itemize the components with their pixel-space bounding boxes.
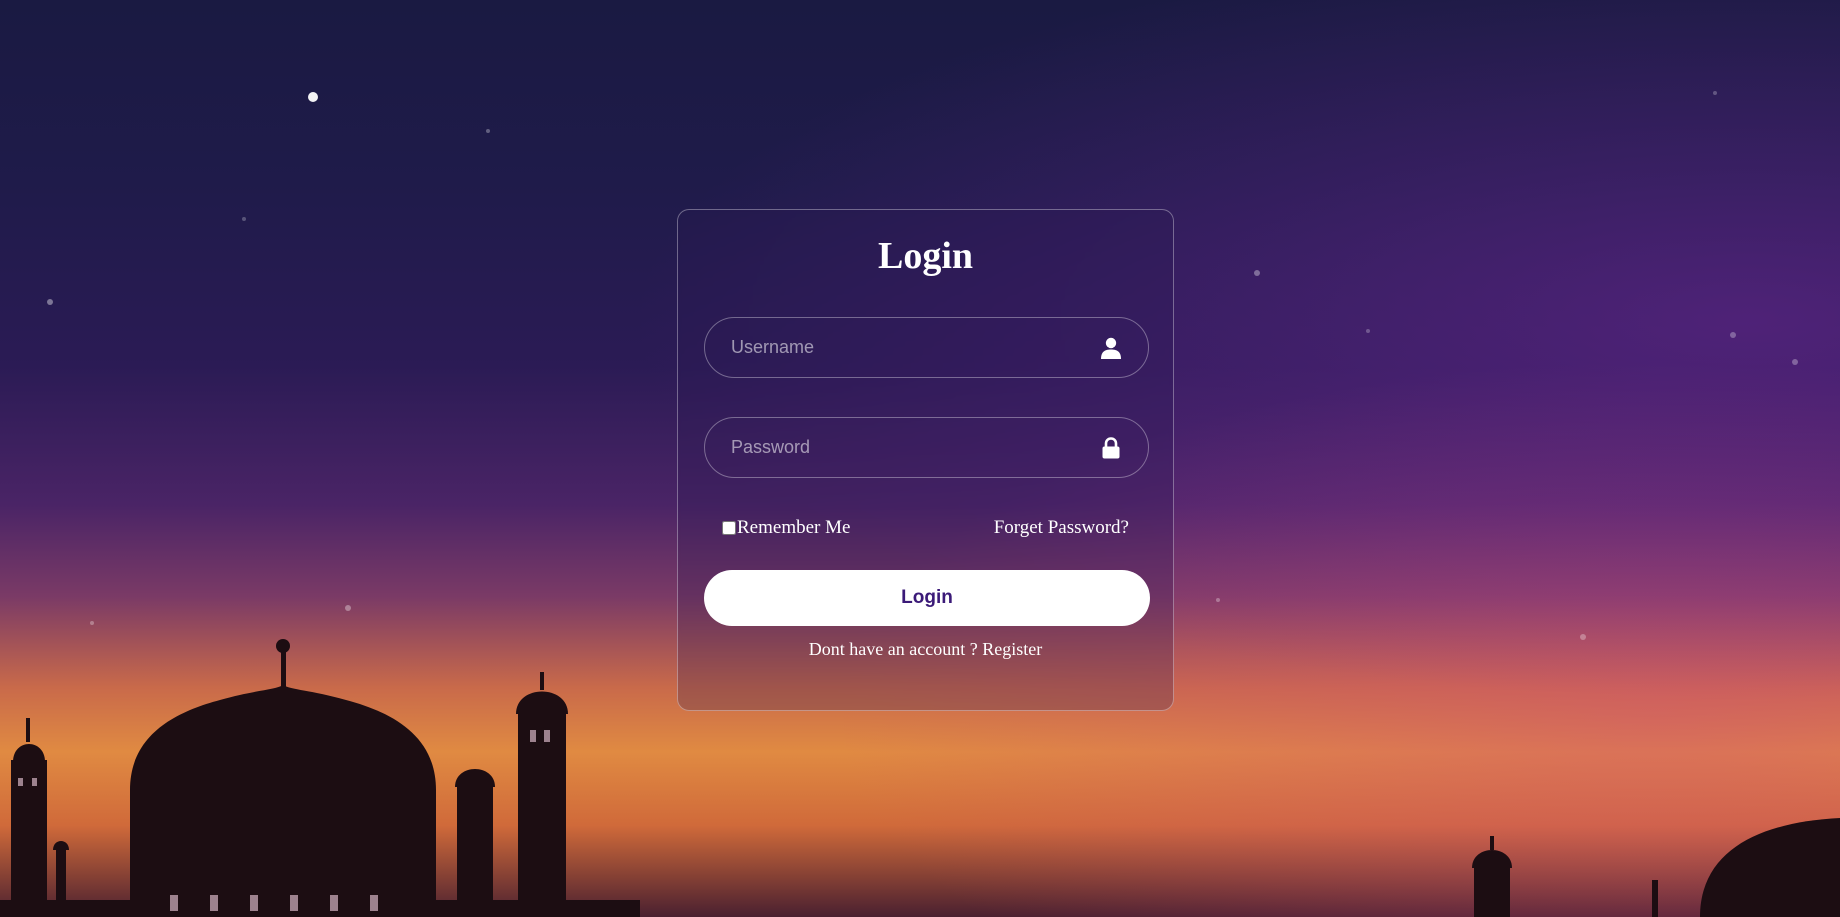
mosque-silhouette-right (1472, 818, 1840, 917)
remember-forgot-row: Remember Me Forget Password? (722, 517, 1129, 541)
forgot-password-link[interactable]: Forget Password? (994, 517, 1129, 539)
crescent-moon (221, 72, 318, 176)
password-input[interactable] (705, 418, 1148, 477)
login-button[interactable]: Login (704, 570, 1150, 626)
login-title: Login (877, 235, 974, 277)
password-field[interactable] (704, 417, 1149, 478)
remember-me-option[interactable]: Remember Me (722, 517, 850, 539)
register-row: Dont have an account ? Register (678, 639, 1173, 660)
lock-icon (1100, 436, 1122, 460)
username-input[interactable] (705, 318, 1148, 377)
register-prompt: Dont have an account ? (808, 639, 978, 659)
remember-me-label: Remember Me (737, 517, 851, 538)
username-field[interactable] (704, 317, 1149, 378)
remember-me-checkbox[interactable] (722, 521, 736, 535)
user-icon (1100, 336, 1122, 360)
login-card: Login Remember Me Forget Password? Login… (677, 209, 1174, 711)
register-link[interactable]: Register (982, 639, 1042, 659)
mosque-silhouette-left (0, 639, 640, 917)
